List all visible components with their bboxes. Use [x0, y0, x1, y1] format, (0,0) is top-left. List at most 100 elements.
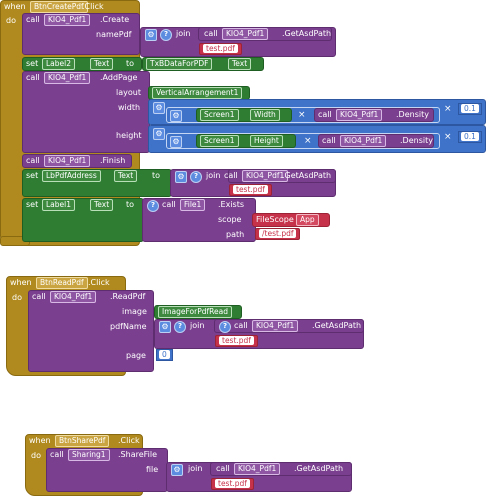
number-literal-page[interactable]: 0 [156, 349, 173, 361]
mutator-gear-icon[interactable]: ⚙ [175, 171, 187, 183]
help-question-icon[interactable]: ? [160, 29, 172, 41]
component-dropdown-label2[interactable]: Label2 [42, 58, 76, 70]
when-keyword: when [10, 278, 32, 287]
call-keyword: call [224, 171, 238, 180]
method-name: .Exists [218, 200, 245, 209]
param-label-width: width [118, 103, 141, 112]
number-literal-0-1[interactable]: 0.1 [458, 103, 482, 115]
component-dropdown-imageforpdfread[interactable]: ImageForPdfRead [158, 306, 232, 318]
param-label-pdfname: pdfName [110, 322, 147, 331]
string-text: test.pdf [203, 44, 238, 53]
to-keyword: to [126, 59, 135, 68]
call-keyword: call [162, 200, 176, 209]
component-dropdown-kio4pdf[interactable]: KIO4_Pdf1 [234, 463, 281, 475]
call-keyword: call [318, 110, 332, 119]
mutator-gear-icon[interactable]: ⚙ [170, 136, 182, 148]
param-label-namepdf: namePdf [96, 30, 132, 39]
string-text: test.pdf [215, 479, 250, 488]
component-dropdown-btnreadpdf[interactable]: BtnReadPdf [36, 277, 88, 289]
scope-dropdown-app[interactable]: App [296, 214, 319, 226]
component-dropdown-verticalarrangement1[interactable]: VerticalArrangement1 [152, 87, 243, 99]
property-dropdown-height[interactable]: Height [250, 135, 283, 147]
help-question-icon[interactable]: ? [219, 321, 231, 333]
string-literal-testpdf[interactable]: test.pdf [211, 478, 254, 490]
join-label: join [188, 464, 203, 473]
mutator-gear-icon[interactable]: ⚙ [170, 110, 182, 122]
string-text: /test.pdf [259, 229, 297, 238]
call-keyword: call [26, 156, 40, 165]
component-dropdown-screen1[interactable]: Screen1 [200, 135, 239, 147]
multiply-operator: × [304, 136, 312, 146]
mutator-gear-icon[interactable]: ⚙ [145, 29, 157, 41]
component-dropdown-kio4pdf[interactable]: KIO4_Pdf1 [44, 14, 91, 26]
component-dropdown-file1[interactable]: File1 [180, 199, 206, 211]
component-dropdown-kio4pdf[interactable]: KIO4_Pdf1 [252, 320, 299, 332]
call-keyword: call [50, 450, 64, 459]
number-text: 0.1 [461, 132, 479, 141]
property-dropdown-text[interactable]: Text [90, 199, 114, 211]
call-keyword: call [26, 15, 40, 24]
event-name: .Click [88, 278, 110, 287]
component-dropdown-label1[interactable]: Label1 [42, 199, 76, 211]
method-name: .GetAsdPath [312, 321, 362, 330]
method-name: .Create [100, 15, 130, 24]
join-label: join [190, 321, 205, 330]
number-literal-0-1[interactable]: 0.1 [458, 131, 482, 143]
component-dropdown-lbpdfaddress[interactable]: LbPdfAddress [42, 170, 101, 182]
component-dropdown-txbdataforpdf[interactable]: TxBDataForPDF [146, 58, 213, 70]
mutator-gear-icon[interactable]: ⚙ [153, 102, 165, 114]
help-question-icon[interactable]: ? [147, 200, 159, 212]
method-name: .GetAsdPath [294, 464, 344, 473]
to-keyword: to [126, 200, 135, 209]
event-name: .Click [82, 2, 104, 11]
component-dropdown-kio4pdf[interactable]: KIO4_Pdf1 [44, 72, 91, 84]
property-dropdown-width[interactable]: Width [250, 109, 280, 121]
param-label-path: path [226, 230, 245, 239]
param-label-scope: scope [218, 215, 242, 224]
method-name: .ReadPdf [110, 292, 146, 301]
string-literal-testpdf[interactable]: test.pdf [229, 184, 272, 196]
component-dropdown-kio4pdf[interactable]: KIO4_Pdf1 [340, 135, 387, 147]
property-dropdown-text[interactable]: Text [228, 58, 252, 70]
param-label-image: image [122, 307, 147, 316]
do-keyword: do [12, 293, 22, 302]
call-keyword: call [234, 321, 248, 330]
string-text: test.pdf [219, 336, 254, 345]
component-dropdown-sharing1[interactable]: Sharing1 [68, 449, 110, 461]
method-name: .Density [400, 136, 433, 145]
method-name: .GetAsdPath [282, 171, 332, 180]
component-dropdown-btncreatepdf[interactable]: BtnCreatePdf [30, 1, 88, 13]
help-question-icon[interactable]: ? [190, 171, 202, 183]
event-name: .Click [118, 436, 140, 445]
param-label-layout: layout [116, 88, 141, 97]
component-dropdown-screen1[interactable]: Screen1 [200, 109, 239, 121]
when-keyword: when [4, 2, 26, 11]
help-question-icon[interactable]: ? [174, 321, 186, 333]
property-dropdown-text[interactable]: Text [90, 58, 114, 70]
component-dropdown-kio4pdf[interactable]: KIO4_Pdf1 [222, 28, 269, 40]
string-literal-testpdf[interactable]: test.pdf [199, 43, 242, 55]
set-keyword: set [26, 59, 39, 68]
set-label2-block[interactable] [22, 57, 142, 71]
method-name: .GetAsdPath [282, 29, 332, 38]
multiply-operator: × [298, 110, 306, 120]
mutator-gear-icon[interactable]: ⚙ [159, 321, 171, 333]
component-dropdown-kio4pdf[interactable]: KIO4_Pdf1 [336, 109, 383, 121]
do-keyword: do [6, 16, 16, 25]
component-dropdown-kio4pdf[interactable]: KIO4_Pdf1 [50, 291, 97, 303]
join-label: join [206, 171, 221, 180]
component-dropdown-kio4pdf[interactable]: KIO4_Pdf1 [44, 155, 91, 167]
string-literal-testpdf[interactable]: test.pdf [215, 335, 258, 347]
method-name: .Finish [100, 156, 126, 165]
component-dropdown-btnsharepdf[interactable]: BtnSharePdf [55, 435, 110, 447]
call-keyword: call [216, 464, 230, 473]
set-keyword: set [26, 200, 39, 209]
property-dropdown-text[interactable]: Text [114, 170, 138, 182]
call-keyword: call [204, 29, 218, 38]
to-keyword: to [152, 171, 161, 180]
method-name: .Density [396, 110, 429, 119]
when-keyword: when [29, 436, 51, 445]
string-literal-path[interactable]: /test.pdf [255, 228, 301, 240]
mutator-gear-icon[interactable]: ⚙ [153, 128, 165, 140]
mutator-gear-icon[interactable]: ⚙ [171, 464, 183, 476]
